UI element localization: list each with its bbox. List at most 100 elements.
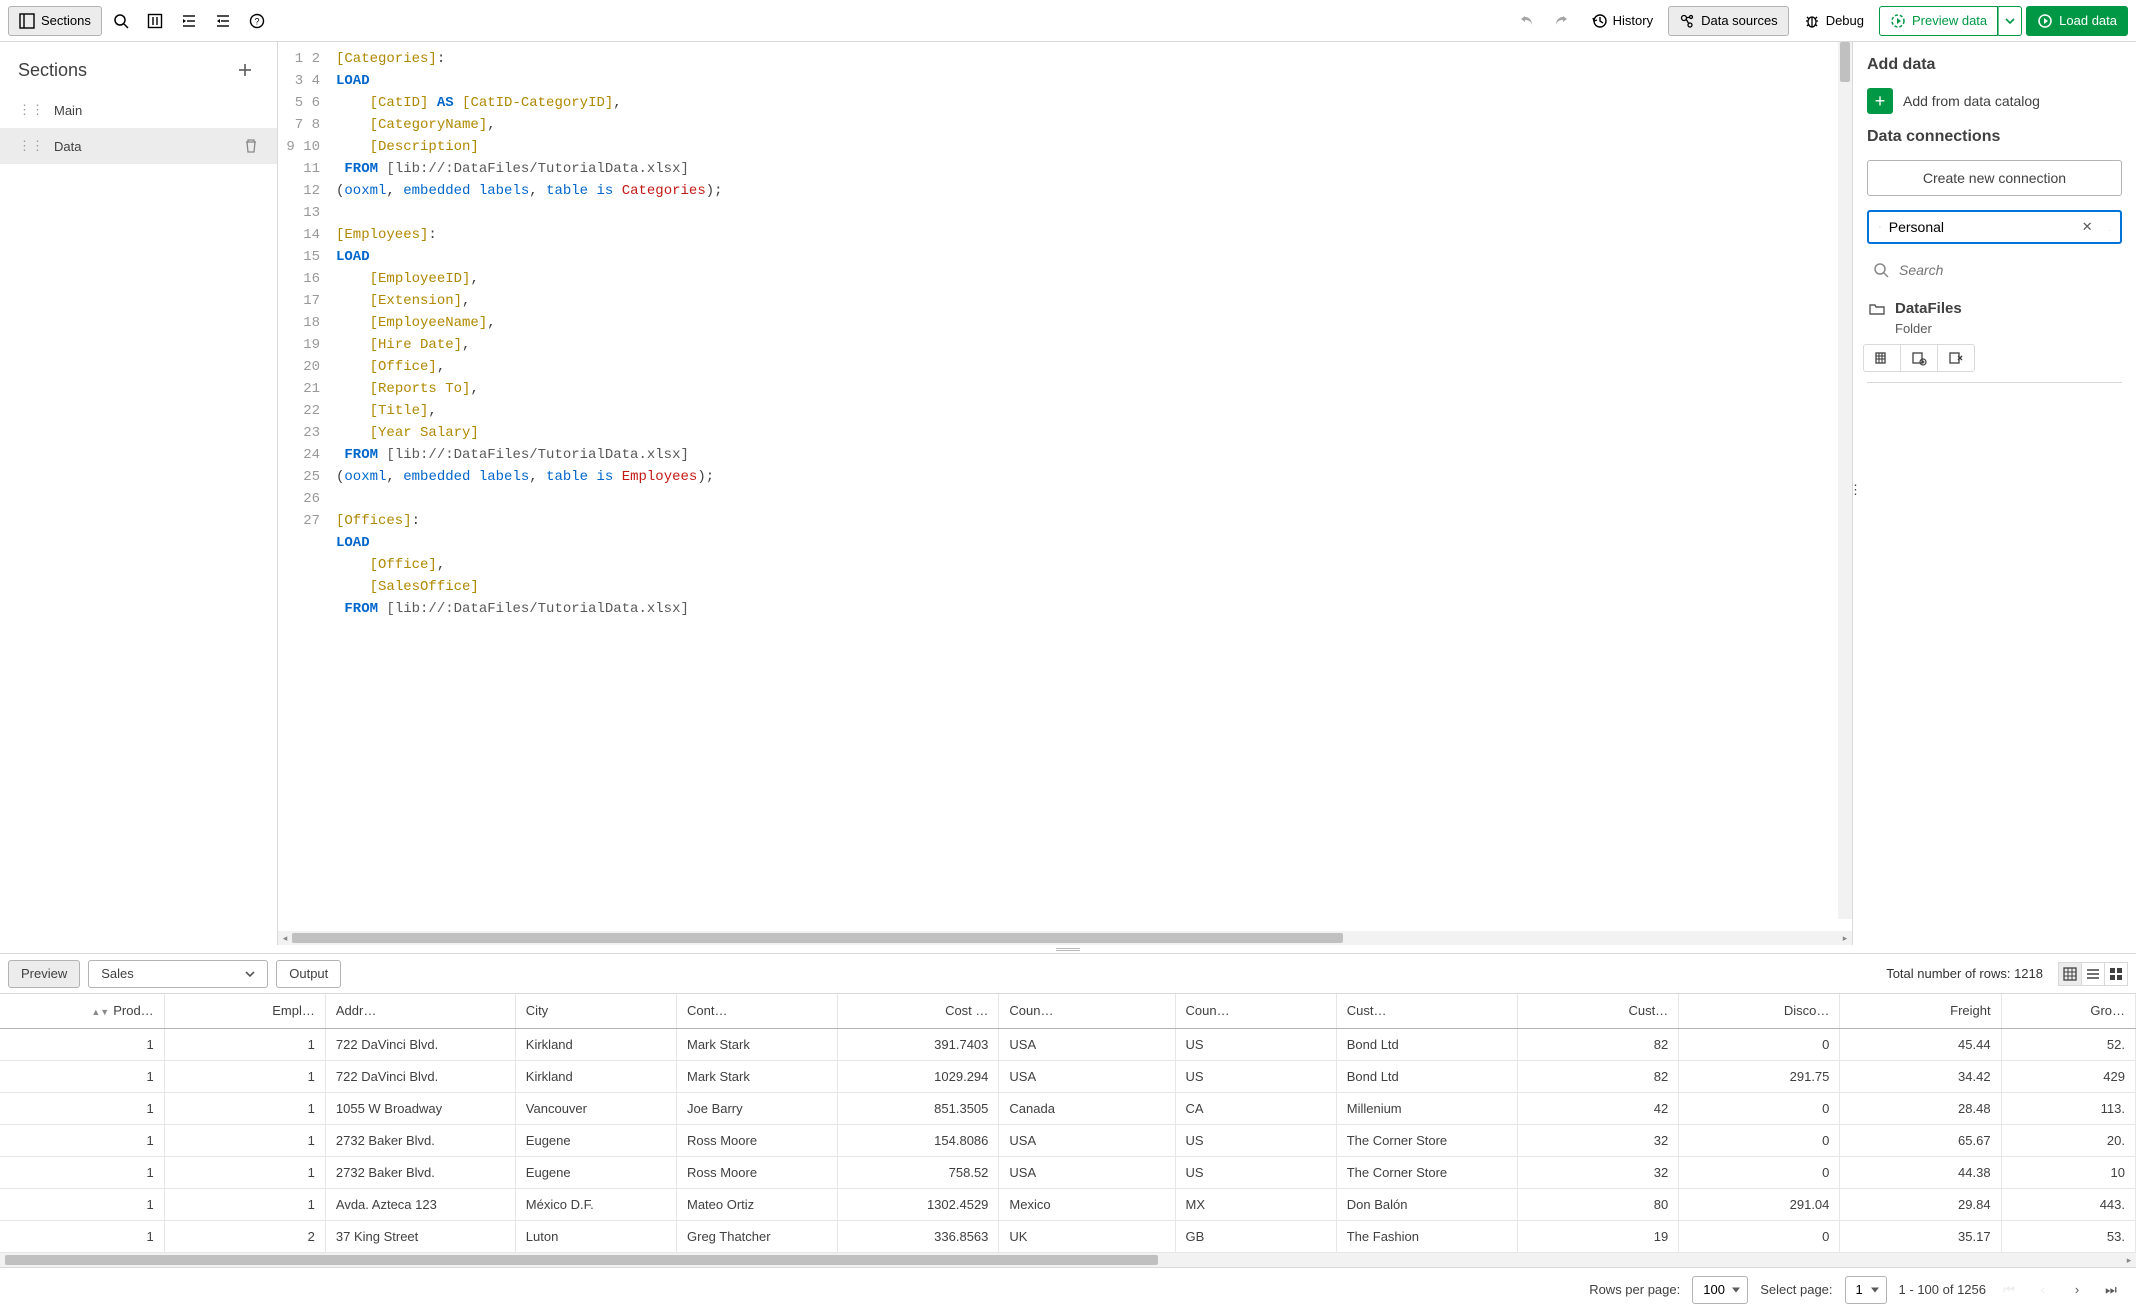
table-cell: 42: [1517, 1092, 1678, 1124]
drag-handle-icon[interactable]: ⋮⋮: [18, 102, 44, 118]
preview-tab[interactable]: Preview: [8, 960, 80, 988]
column-header[interactable]: Empl…: [164, 994, 325, 1028]
sections-title: Sections: [18, 60, 87, 81]
list-icon: [2085, 966, 2101, 982]
toolbar: Sections ? History Data sources Debug Pr…: [0, 0, 2136, 42]
table-row[interactable]: 11Avda. Azteca 123México D.F.Mateo Ortiz…: [0, 1188, 2136, 1220]
delete-section-button[interactable]: [243, 138, 259, 154]
history-icon: [1591, 13, 1607, 29]
select-data-button[interactable]: [1863, 344, 1901, 372]
edit-connection-button[interactable]: [1937, 344, 1975, 372]
editor-scrollbar-v[interactable]: [1838, 42, 1852, 919]
add-from-catalog-button[interactable]: + Add from data catalog: [1867, 88, 2122, 114]
data-sources-button[interactable]: Data sources: [1668, 6, 1789, 36]
search-button[interactable]: [106, 6, 136, 36]
section-item-main[interactable]: ⋮⋮Main: [0, 92, 277, 128]
undo-button[interactable]: [1512, 6, 1542, 36]
plus-icon: [237, 62, 253, 78]
sections-toggle-button[interactable]: Sections: [8, 6, 102, 36]
table-row[interactable]: 1237 King StreetLutonGreg Thatcher336.85…: [0, 1220, 2136, 1252]
column-header[interactable]: Addr…: [325, 994, 515, 1028]
table-row[interactable]: 11722 DaVinci Blvd.KirklandMark Stark102…: [0, 1060, 2136, 1092]
comment-button[interactable]: [140, 6, 170, 36]
column-header[interactable]: Cost …: [838, 994, 999, 1028]
table-cell: 154.8086: [838, 1124, 999, 1156]
data-sources-icon: [1679, 13, 1695, 29]
table-cell: US: [1175, 1124, 1336, 1156]
right-panel: Add data + Add from data catalog Data co…: [1852, 42, 2136, 945]
table-cell: GB: [1175, 1220, 1336, 1252]
table-row[interactable]: 11722 DaVinci Blvd.KirklandMark Stark391…: [0, 1028, 2136, 1060]
table-cell: Joe Barry: [677, 1092, 838, 1124]
table-view-button[interactable]: [2058, 962, 2082, 986]
drag-handle-icon[interactable]: ⋮⋮: [18, 138, 44, 154]
column-header[interactable]: Cust…: [1336, 994, 1517, 1028]
connection-item[interactable]: DataFiles Folder: [1867, 296, 2122, 383]
code-editor[interactable]: 1 2 3 4 5 6 7 8 9 10 11 12 13 14 15 16 1…: [278, 42, 1852, 931]
table-cell: 20.: [2001, 1124, 2135, 1156]
user-icon: [1879, 219, 1881, 235]
table-cell: Eugene: [515, 1124, 676, 1156]
next-page-button[interactable]: ›: [2066, 1279, 2088, 1301]
horizontal-splitter[interactable]: [0, 945, 2136, 953]
column-header[interactable]: Coun…: [1175, 994, 1336, 1028]
line-gutter: 1 2 3 4 5 6 7 8 9 10 11 12 13 14 15 16 1…: [278, 42, 328, 931]
section-item-data[interactable]: ⋮⋮Data: [0, 128, 277, 164]
column-header[interactable]: Disco…: [1679, 994, 1840, 1028]
rows-per-page-label: Rows per page:: [1589, 1282, 1680, 1297]
table-cell: Bond Ltd: [1336, 1028, 1517, 1060]
editor-scrollbar-h[interactable]: ◂▸: [278, 931, 1852, 945]
connection-search[interactable]: [1867, 258, 2122, 282]
history-button[interactable]: History: [1580, 6, 1664, 36]
table-cell: 2732 Baker Blvd.: [325, 1124, 515, 1156]
table-select[interactable]: Sales: [88, 960, 268, 988]
page-select[interactable]: 1: [1845, 1276, 1887, 1304]
preview-data-button[interactable]: Preview data: [1879, 6, 1998, 36]
last-page-button[interactable]: ⏭: [2100, 1279, 2122, 1301]
column-header[interactable]: Cust…: [1517, 994, 1678, 1028]
column-header[interactable]: Freight: [1840, 994, 2001, 1028]
table-cell: Ross Moore: [677, 1124, 838, 1156]
space-dropdown[interactable]: ✕: [1867, 210, 2122, 244]
preview-dropdown-button[interactable]: [1998, 6, 2022, 36]
rows-per-page-select[interactable]: 100: [1692, 1276, 1748, 1304]
table-cell: 82: [1517, 1028, 1678, 1060]
create-connection-button[interactable]: Create new connection: [1867, 160, 2122, 196]
chevron-down-icon[interactable]: [2105, 220, 2114, 235]
table-cell: CA: [1175, 1092, 1336, 1124]
grid-view-button[interactable]: [2104, 962, 2128, 986]
table-cell: 1302.4529: [838, 1188, 999, 1220]
indent-button[interactable]: [174, 6, 204, 36]
first-page-button[interactable]: ⏮: [1998, 1279, 2020, 1301]
table-cell: 1: [164, 1156, 325, 1188]
clear-icon[interactable]: ✕: [2078, 219, 2097, 235]
column-header[interactable]: Coun…: [999, 994, 1175, 1028]
code-area[interactable]: [Categories]: LOAD [CatID] AS [CatID-Cat…: [328, 42, 1852, 931]
gear-icon: [1948, 350, 1964, 366]
load-data-button[interactable]: Load data: [2026, 6, 2128, 36]
help-button[interactable]: ?: [242, 6, 272, 36]
table-scrollbar-h[interactable]: ◂▸: [0, 1253, 2136, 1267]
output-tab[interactable]: Output: [276, 960, 341, 988]
table-cell: Mexico: [999, 1188, 1175, 1220]
redo-button[interactable]: [1546, 6, 1576, 36]
outdent-button[interactable]: [208, 6, 238, 36]
column-header[interactable]: Gro…: [2001, 994, 2135, 1028]
table-row[interactable]: 112732 Baker Blvd.EugeneRoss Moore758.52…: [0, 1156, 2136, 1188]
column-header[interactable]: City: [515, 994, 676, 1028]
insert-script-button[interactable]: [1900, 344, 1938, 372]
table-cell: Luton: [515, 1220, 676, 1252]
space-input[interactable]: [1889, 219, 2070, 235]
prev-page-button[interactable]: ‹: [2032, 1279, 2054, 1301]
debug-button[interactable]: Debug: [1793, 6, 1875, 36]
column-header[interactable]: ▲▼Prod…: [0, 994, 164, 1028]
list-view-button[interactable]: [2081, 962, 2105, 986]
column-header[interactable]: Cont…: [677, 994, 838, 1028]
table-row[interactable]: 112732 Baker Blvd.EugeneRoss Moore154.80…: [0, 1124, 2136, 1156]
table-row[interactable]: 111055 W BroadwayVancouverJoe Barry851.3…: [0, 1092, 2136, 1124]
connection-search-input[interactable]: [1899, 262, 2116, 278]
add-data-title: Add data: [1867, 56, 2122, 74]
table-cell: México D.F.: [515, 1188, 676, 1220]
add-section-button[interactable]: [231, 56, 259, 84]
search-icon: [113, 13, 129, 29]
